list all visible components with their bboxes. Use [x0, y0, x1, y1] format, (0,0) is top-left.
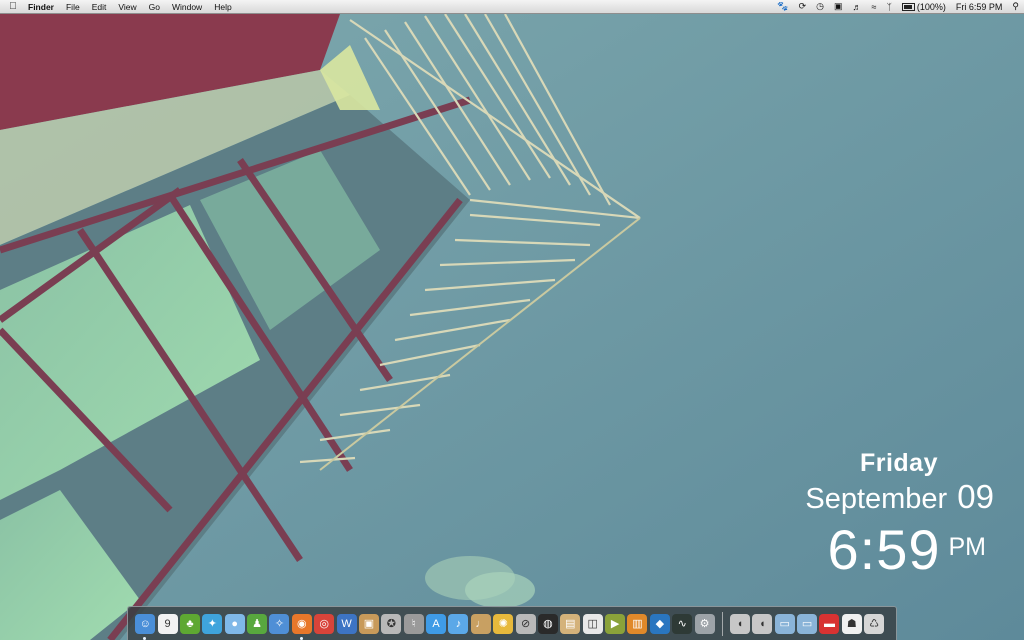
messages-icon[interactable]: ● — [224, 613, 245, 634]
itunes-icon[interactable]: ♪ — [448, 613, 469, 634]
spotlight-search-icon[interactable]: ⚲ — [1007, 1, 1024, 12]
wifi-icon[interactable]: ≈ — [867, 2, 882, 12]
calendar-icon[interactable]: 9 — [157, 613, 178, 634]
safari-icon[interactable]: ✧ — [269, 613, 290, 634]
menu-finder[interactable]: Finder — [26, 2, 60, 12]
menu-bar:  Finder File Edit View Go Window Help 🐾… — [0, 0, 1024, 14]
running-indicator — [143, 636, 147, 640]
clock-date: September 09 — [764, 479, 994, 517]
applications-stack-icon[interactable]: ◖ — [729, 613, 750, 634]
adium-icon[interactable]: ♟ — [247, 613, 268, 634]
orange-book-icon[interactable]: ▥ — [627, 613, 648, 634]
imovie-icon[interactable]: ✪ — [381, 613, 402, 634]
white-cube-icon[interactable]: ◫ — [582, 613, 603, 634]
battery-percent: (100%) — [916, 1, 946, 12]
green-book-icon[interactable]: ▶ — [605, 613, 626, 634]
bluetooth-icon[interactable]: ᛉ — [881, 2, 896, 12]
twitter-icon[interactable]: ✦ — [202, 613, 223, 634]
clock-ampm: PM — [948, 533, 987, 561]
time-machine-icon[interactable]: ◷ — [811, 1, 829, 12]
firefox-icon[interactable]: ◉ — [291, 613, 312, 640]
clock-date-number: 09 — [957, 478, 994, 515]
trash-icon[interactable]: ♺ — [864, 613, 885, 634]
documents-stack-icon[interactable]: ◖ — [752, 613, 773, 634]
running-indicator — [299, 636, 303, 640]
activity-monitor-icon[interactable]: ∿ — [672, 613, 693, 634]
battery-icon — [901, 3, 915, 12]
clock-time: 6:59 PM — [764, 517, 987, 595]
app-store-icon[interactable]: A — [426, 613, 447, 634]
dock: ☺ 9 ♣ ✦ ● ♟ ✧ ◉ ◎ W ▣ ✪ ♮ A ♪ ♩ ✺ ⊘ ◍ ▤ ◫ ▶ ▥ ◆ ∿ ⚙ ◖ ◖ ▭ ▭ ▬ ☗ ♺ — [127, 606, 897, 640]
microphone-icon[interactable]: ♮ — [403, 613, 424, 634]
vinyl-record-icon[interactable]: ◍ — [537, 613, 558, 634]
desktop-clock-widget: Friday September 09 6:59 PM — [764, 447, 994, 595]
photos-icon[interactable]: ▣ — [358, 613, 379, 634]
apple-icon[interactable]:  — [0, 1, 26, 12]
finder-icon[interactable]: ☺ — [135, 613, 156, 640]
folder-icon[interactable]: ▭ — [774, 613, 795, 634]
menu-window[interactable]: Window — [166, 2, 208, 12]
display-icon[interactable]: ▣ — [829, 1, 848, 12]
stormtrooper-icon[interactable]: ☗ — [841, 613, 862, 634]
blocked-icon[interactable]: ⊘ — [515, 613, 536, 634]
blue-cube-icon[interactable]: ◆ — [649, 613, 670, 634]
sync-icon[interactable]: ⟳ — [794, 1, 812, 12]
paw-icon[interactable]: 🐾 — [772, 1, 793, 12]
garageband-icon[interactable]: ♩ — [470, 613, 491, 634]
menu-bar-clock[interactable]: Fri 6:59 PM — [951, 2, 1008, 12]
red-bar-icon[interactable]: ▬ — [819, 613, 840, 634]
menu-go[interactable]: Go — [143, 2, 166, 12]
clock-day: Friday — [859, 449, 938, 477]
menu-help[interactable]: Help — [208, 2, 237, 12]
menu-edit[interactable]: Edit — [86, 2, 113, 12]
downloads-folder-icon[interactable]: ▭ — [797, 613, 818, 634]
chrome-icon[interactable]: ◎ — [314, 613, 335, 634]
clock-month: September — [805, 483, 948, 515]
volume-icon[interactable]: ♬ — [848, 2, 867, 12]
word-icon[interactable]: W — [336, 613, 357, 634]
clock-hours-minutes: 6:59 — [827, 518, 941, 581]
evernote-icon[interactable]: ♣ — [179, 613, 200, 634]
battery-status[interactable]: (100%) — [897, 2, 951, 12]
preview-icon[interactable]: ▤ — [560, 613, 581, 634]
menu-view[interactable]: View — [112, 2, 142, 12]
radiation-app-icon[interactable]: ✺ — [493, 613, 514, 634]
system-preferences-icon[interactable]: ⚙ — [694, 613, 715, 634]
dock-separator — [721, 611, 723, 636]
menu-file[interactable]: File — [60, 2, 86, 12]
